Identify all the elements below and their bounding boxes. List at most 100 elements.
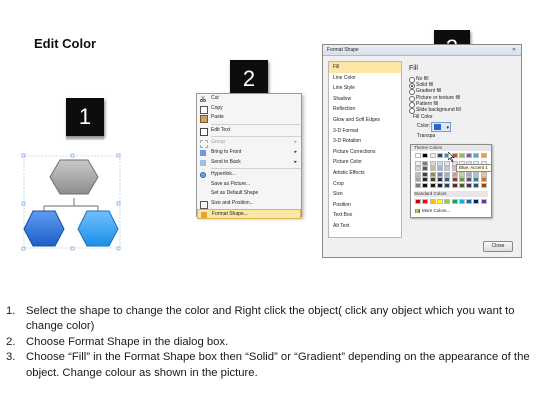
menu-item-send-to-back[interactable]: Send to Back ▸ [197, 158, 301, 168]
menu-item-copy[interactable]: Copy [197, 104, 301, 114]
color-swatch[interactable] [466, 183, 473, 188]
slide-title: Edit Color [34, 36, 97, 51]
menu-separator [211, 168, 301, 170]
color-swatch[interactable] [415, 153, 421, 158]
color-swatch[interactable] [429, 183, 436, 188]
color-swatch[interactable] [436, 166, 443, 172]
color-swatch[interactable] [466, 171, 473, 177]
standard-color-swatch[interactable] [451, 199, 458, 204]
color-swatch[interactable] [466, 177, 473, 183]
color-swatch[interactable] [422, 153, 429, 158]
sidebar-item-line-style[interactable]: Line Style [329, 83, 401, 94]
menu-item-set-default-shape[interactable]: Set as Default Shape [197, 189, 301, 199]
color-swatch[interactable] [444, 183, 451, 188]
color-swatch[interactable] [444, 166, 451, 172]
color-swatch[interactable] [473, 183, 480, 188]
color-swatch[interactable] [422, 171, 429, 177]
dialog-title: Format Shape [323, 45, 521, 56]
standard-color-swatch[interactable] [458, 199, 465, 204]
sidebar-item-picture-corrections[interactable]: Picture Corrections [329, 147, 401, 158]
menu-item-paste[interactable]: Paste [197, 113, 301, 124]
sidebar-item-shadow[interactable]: Shadow [329, 94, 401, 105]
sidebar-item-glow[interactable]: Glow and Soft Edges [329, 115, 401, 126]
more-colors-link[interactable]: More Colors... [415, 207, 450, 214]
menu-item-format-shape[interactable]: Format Shape... [197, 208, 301, 219]
hexagon-blue-selected[interactable] [23, 210, 65, 247]
color-swatch[interactable] [480, 177, 487, 183]
sidebar-item-alt-text[interactable]: Alt Text [329, 221, 401, 232]
color-swatch[interactable] [436, 183, 443, 188]
color-swatch[interactable] [415, 160, 421, 166]
color-swatch[interactable] [458, 177, 465, 183]
sidebar-item-3d-format[interactable]: 3-D Format [329, 126, 401, 137]
color-swatch[interactable] [429, 177, 436, 183]
color-swatch[interactable] [473, 177, 480, 183]
radio-slide-background-fill[interactable]: Slide background fill [405, 107, 517, 115]
standard-color-swatch[interactable] [415, 199, 421, 204]
color-swatch[interactable] [458, 153, 465, 158]
menu-separator [211, 123, 301, 125]
color-swatch[interactable] [429, 160, 436, 166]
color-swatch[interactable] [458, 183, 465, 188]
color-swatch[interactable] [429, 153, 436, 158]
sidebar-item-crop[interactable]: Crop [329, 179, 401, 190]
menu-item-size-and-position[interactable]: Size and Position... [197, 199, 301, 209]
color-swatch[interactable] [415, 166, 421, 172]
color-swatch[interactable] [480, 183, 487, 188]
color-swatch[interactable] [415, 177, 421, 183]
color-swatch[interactable] [451, 177, 458, 183]
close-button[interactable]: Close [483, 241, 513, 252]
submenu-arrow-icon: ▸ [294, 148, 297, 155]
sidebar-item-artistic-effects[interactable]: Artistic Effects [329, 168, 401, 179]
color-swatch[interactable] [436, 177, 443, 183]
color-swatch[interactable] [422, 160, 429, 166]
submenu-arrow-icon: ▸ [294, 139, 297, 146]
color-swatch[interactable] [451, 183, 458, 188]
close-icon[interactable]: ✕ [509, 46, 519, 54]
sidebar-item-reflection[interactable]: Reflection [329, 104, 401, 115]
color-swatch[interactable] [436, 160, 443, 166]
color-swatch[interactable] [458, 171, 465, 177]
menu-item-group[interactable]: Group ▸ [197, 138, 301, 149]
color-swatch[interactable] [466, 153, 473, 158]
color-swatch[interactable] [451, 171, 458, 177]
color-swatch[interactable] [444, 177, 451, 183]
sidebar-item-fill[interactable]: Fill [329, 62, 401, 73]
standard-color-swatch[interactable] [466, 199, 473, 204]
menu-item-cut[interactable]: Cut [197, 94, 301, 104]
color-swatch[interactable] [473, 153, 480, 158]
menu-item-bring-to-front[interactable]: Bring to Front ▸ [197, 148, 301, 158]
color-swatch[interactable] [422, 183, 429, 188]
color-swatch[interactable] [429, 166, 436, 172]
sidebar-item-text-box[interactable]: Text Box [329, 210, 401, 221]
standard-color-swatch[interactable] [422, 199, 429, 204]
hexagon-gray[interactable] [49, 159, 99, 195]
menu-item-save-as-picture[interactable]: Save as Picture... [197, 180, 301, 190]
sidebar-item-position[interactable]: Position [329, 200, 401, 211]
instruction-item: 2. Choose Format Shape in the dialog box. [6, 335, 554, 350]
sidebar-item-size[interactable]: Size [329, 189, 401, 200]
color-swatch[interactable] [436, 171, 443, 177]
standard-color-swatch[interactable] [436, 199, 443, 204]
color-swatch[interactable] [480, 171, 487, 177]
color-swatch[interactable] [415, 171, 421, 177]
sidebar-item-3d-rotation[interactable]: 3-D Rotation [329, 136, 401, 147]
standard-color-swatch[interactable] [429, 199, 436, 204]
sidebar-item-line-color[interactable]: Line Color [329, 73, 401, 84]
color-swatch[interactable] [480, 153, 487, 158]
standard-color-swatch[interactable] [444, 199, 451, 204]
color-swatch[interactable] [422, 177, 429, 183]
standard-color-swatch[interactable] [480, 199, 487, 204]
color-swatch[interactable] [429, 171, 436, 177]
color-swatch[interactable] [444, 171, 451, 177]
color-swatch[interactable] [473, 171, 480, 177]
color-swatch[interactable] [422, 166, 429, 172]
menu-item-edit-text[interactable]: Edit Text [197, 126, 301, 136]
sidebar-item-picture-color[interactable]: Picture Color [329, 157, 401, 168]
hexagon-blue[interactable] [77, 210, 119, 247]
hyperlink-icon [200, 172, 206, 179]
menu-item-hyperlink[interactable]: Hyperlink... [197, 170, 301, 180]
color-swatch[interactable] [436, 153, 443, 158]
standard-color-swatch[interactable] [473, 199, 480, 204]
color-swatch[interactable] [415, 183, 421, 188]
